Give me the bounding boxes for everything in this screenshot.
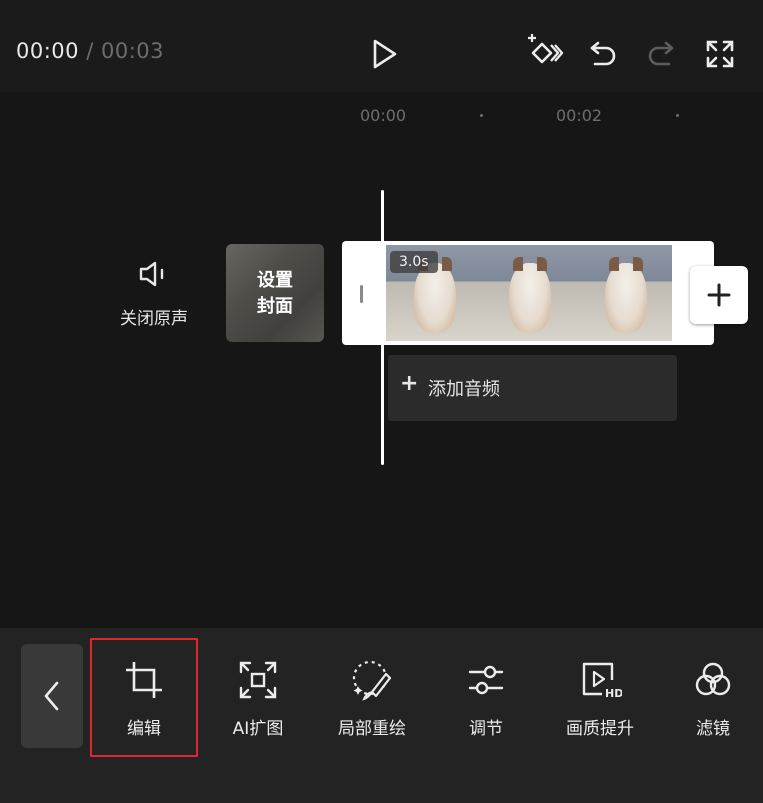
- clip-frame: [576, 245, 672, 341]
- bottom-toolbar: 编辑 AI扩图 局部重绘 调节 HD 画质提升 滤镜: [0, 628, 763, 803]
- tool-partial-redraw[interactable]: 局部重绘: [322, 658, 422, 739]
- playhead[interactable]: [381, 190, 384, 465]
- add-audio-label: 添加音频: [428, 379, 500, 400]
- keyframe-button[interactable]: [523, 34, 565, 72]
- play-button[interactable]: [366, 36, 402, 72]
- tool-label: 局部重绘: [338, 719, 406, 739]
- ruler-mark: 00:02: [556, 106, 603, 125]
- brush-icon: [352, 660, 392, 701]
- cover-label: 设置 封面: [257, 270, 293, 317]
- mute-original-audio-button[interactable]: 关闭原声: [108, 260, 200, 329]
- fullscreen-icon: [706, 40, 734, 68]
- undo-button[interactable]: [586, 36, 620, 70]
- clip-duration-badge: 3.0s: [390, 251, 438, 273]
- back-button[interactable]: [21, 644, 83, 748]
- plus-icon: [707, 283, 731, 307]
- time-display: 00:00 / 00:03: [16, 39, 164, 63]
- set-cover-button[interactable]: 设置 封面: [226, 244, 324, 342]
- undo-icon: [590, 41, 616, 66]
- video-clip[interactable]: 3.0s: [342, 241, 714, 345]
- ruler-dot: [480, 114, 483, 117]
- tool-adjust[interactable]: 调节: [436, 658, 536, 739]
- tool-filter[interactable]: 滤镜: [663, 658, 763, 739]
- clip-trim-handle[interactable]: [360, 285, 363, 303]
- top-bar: 00:00 / 00:03: [0, 0, 763, 92]
- add-audio-button[interactable]: + 添加音频: [388, 355, 677, 421]
- time-separator: /: [86, 39, 94, 63]
- timeline-area[interactable]: 00:00 00:02 关闭原声 设置 封面 3.0s + 添加音频: [0, 92, 763, 628]
- add-clip-button[interactable]: [690, 266, 748, 324]
- redo-button[interactable]: [644, 36, 678, 70]
- fullscreen-button[interactable]: [702, 36, 738, 72]
- mute-label: 关闭原声: [120, 309, 188, 329]
- keyframe-icon: [528, 34, 564, 64]
- tool-ai-expand[interactable]: AI扩图: [208, 658, 308, 739]
- play-icon: [373, 39, 397, 69]
- speaker-mute-icon: [139, 261, 164, 287]
- crop-icon: [126, 662, 162, 698]
- total-time: 00:03: [100, 39, 165, 63]
- tool-label: 调节: [469, 719, 503, 739]
- tool-edit[interactable]: 编辑: [94, 658, 194, 739]
- tool-label: 编辑: [127, 719, 161, 739]
- plus-icon: +: [400, 371, 419, 396]
- redo-icon: [648, 41, 674, 66]
- tool-label: 滤镜: [696, 719, 730, 739]
- clip-frame: [481, 245, 577, 341]
- tool-label: AI扩图: [232, 719, 284, 739]
- ai-expand-icon: [239, 661, 277, 699]
- filter-icon: [695, 662, 731, 696]
- tool-label: 画质提升: [566, 719, 634, 739]
- tool-quality-boost[interactable]: HD 画质提升: [550, 658, 650, 739]
- ruler-mark: 00:00: [360, 106, 407, 125]
- chevron-left-icon: [44, 681, 59, 711]
- ruler-dot: [676, 114, 679, 117]
- hd-icon: HD: [582, 662, 622, 700]
- current-time: 00:00: [16, 39, 80, 63]
- svg-text:HD: HD: [605, 687, 622, 700]
- sliders-icon: [468, 665, 504, 695]
